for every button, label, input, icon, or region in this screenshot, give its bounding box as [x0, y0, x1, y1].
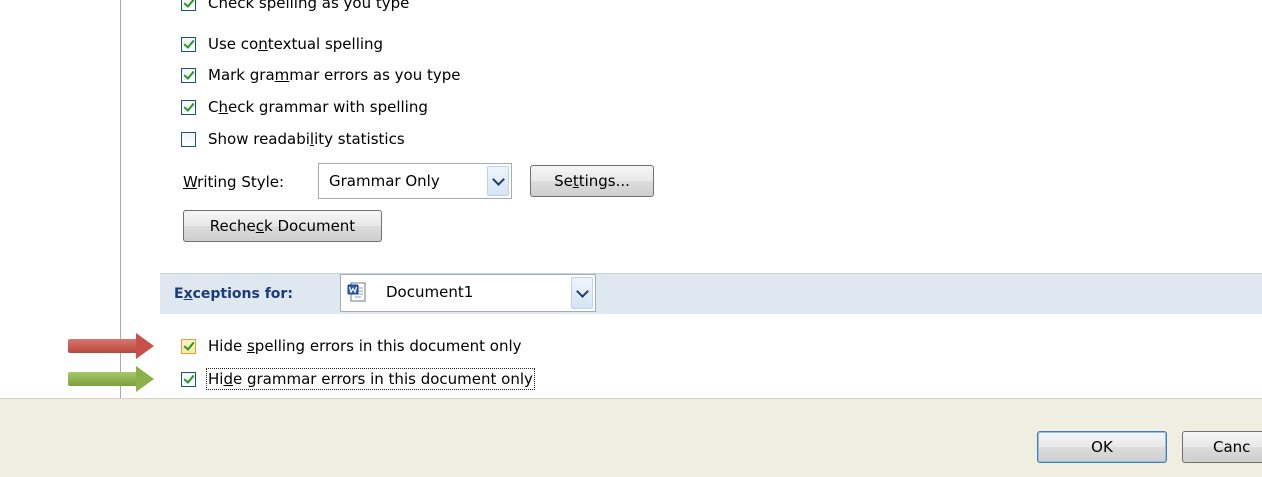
dialog-footer: OK Canc [0, 398, 1262, 477]
readability-row[interactable]: Show readability statistics [181, 128, 405, 150]
check-grammar-checkbox[interactable] [181, 99, 196, 115]
hide-grammar-row[interactable]: Hide grammar errors in this document onl… [181, 368, 535, 390]
green-arrow-icon [68, 366, 154, 392]
chevron-down-icon [491, 172, 505, 186]
writing-style-dropdown-button[interactable] [487, 166, 509, 196]
hide-grammar-checkbox[interactable] [181, 371, 196, 387]
mark-grammar-label: Mark grammar errors as you type [208, 66, 461, 84]
writing-style-select[interactable]: Grammar Only [318, 163, 512, 199]
exceptions-dropdown-button[interactable] [571, 277, 593, 309]
divider-line-left [120, 0, 121, 420]
recheck-document-button[interactable]: Recheck Document [183, 210, 382, 242]
contextual-spelling-row[interactable]: Use contextual spelling [181, 33, 383, 55]
check-spelling-label: Check spelling as you type [208, 0, 410, 12]
mark-grammar-row[interactable]: Mark grammar errors as you type [181, 64, 461, 86]
mark-grammar-checkbox[interactable] [181, 67, 196, 83]
exceptions-bar: Exceptions for: [160, 273, 1262, 314]
exceptions-for-label: Exceptions for: [174, 286, 293, 302]
writing-style-value: Grammar Only [329, 172, 440, 190]
check-grammar-row[interactable]: Check grammar with spelling [181, 96, 428, 118]
writing-style-label: Writing Style: [183, 173, 285, 191]
hide-grammar-label: Hide grammar errors in this document onl… [206, 368, 535, 390]
contextual-spelling-checkbox[interactable] [181, 36, 196, 52]
settings-button[interactable]: Settings... [530, 165, 654, 197]
check-grammar-label: Check grammar with spelling [208, 98, 428, 116]
red-arrow-icon [68, 333, 154, 359]
check-spelling-checkbox[interactable] [181, 0, 196, 11]
readability-checkbox[interactable] [181, 131, 196, 147]
hide-spelling-row[interactable]: Hide spelling errors in this document on… [181, 335, 522, 357]
chevron-down-icon [575, 284, 589, 298]
check-spelling-row[interactable]: Check spelling as you type [181, 0, 409, 14]
hide-spelling-label: Hide spelling errors in this document on… [208, 337, 522, 355]
readability-label: Show readability statistics [208, 130, 405, 148]
contextual-spelling-label: Use contextual spelling [208, 35, 384, 53]
hide-spelling-checkbox[interactable] [181, 338, 196, 354]
cancel-button[interactable]: Canc [1182, 431, 1262, 463]
ok-button[interactable]: OK [1037, 431, 1167, 463]
exceptions-document-select[interactable]: Document1 [340, 274, 596, 312]
word-document-icon [347, 281, 369, 303]
exceptions-document-value: Document1 [386, 283, 474, 301]
